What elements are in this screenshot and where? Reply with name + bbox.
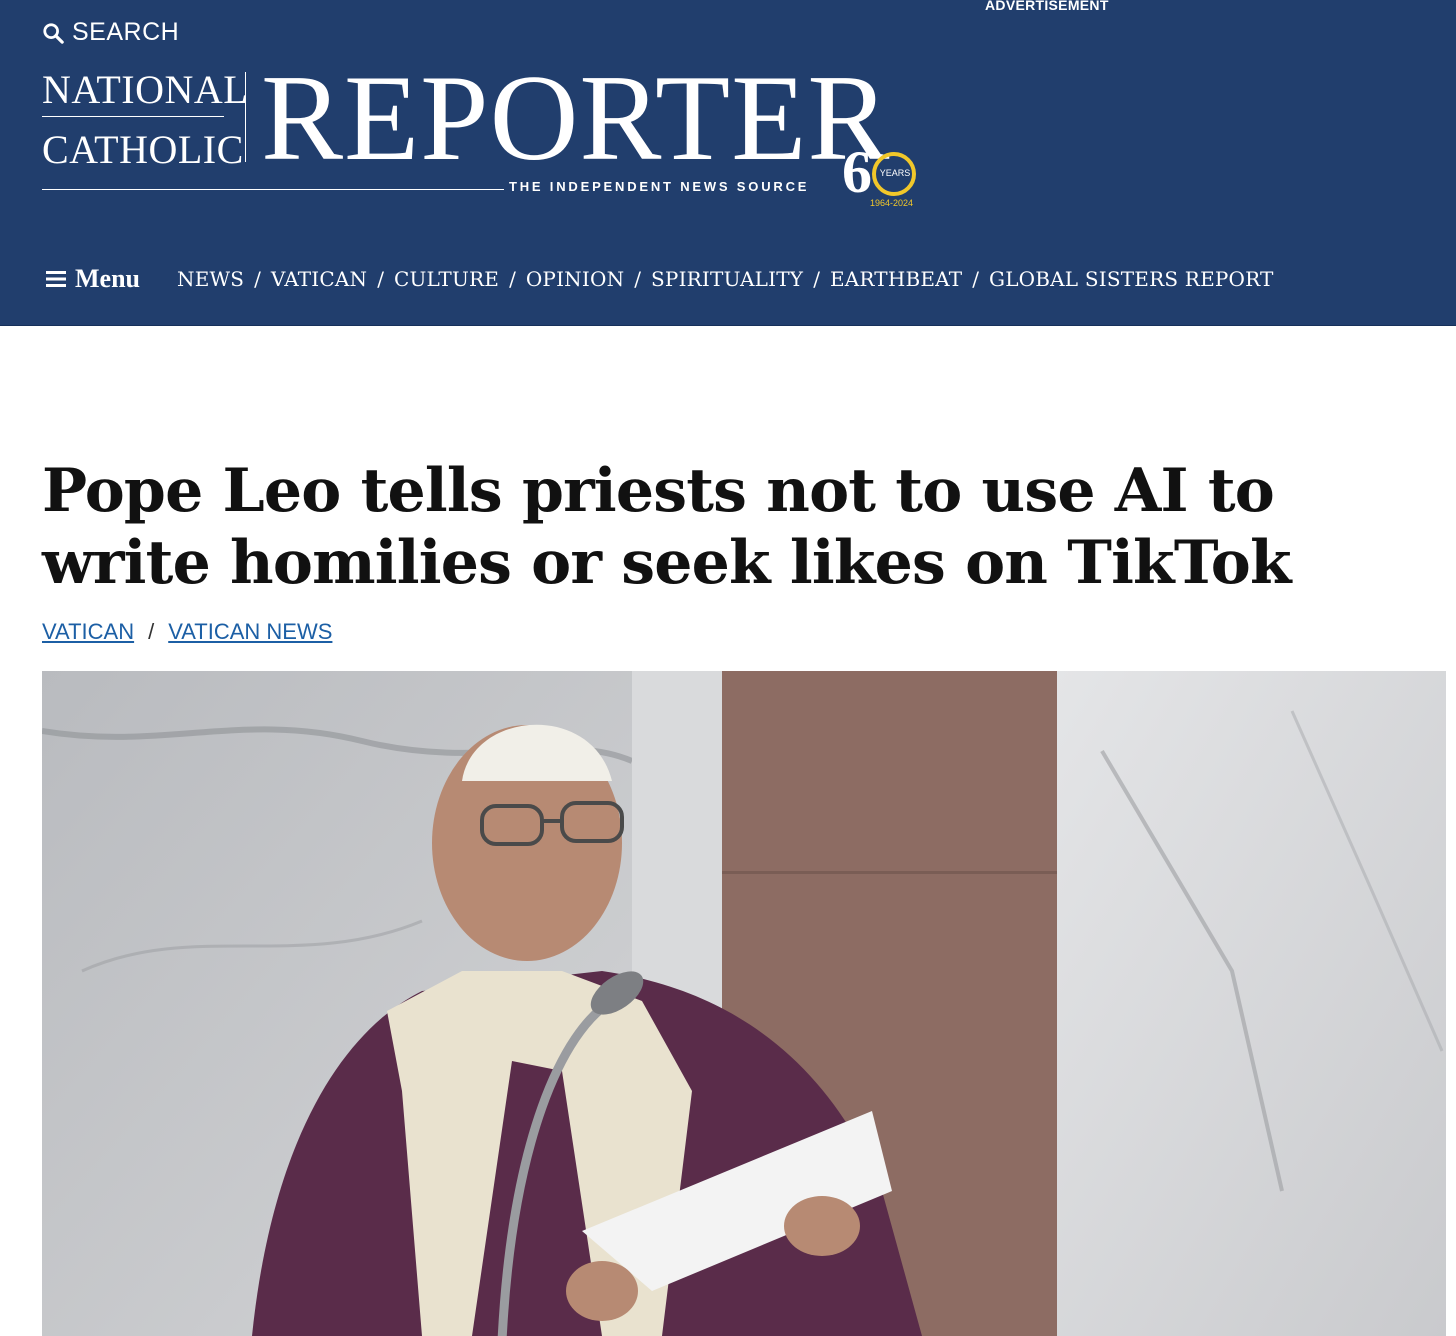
- nav-separator: /: [254, 267, 261, 291]
- search-icon: [43, 22, 64, 44]
- logo-catholic: CATHOLIC: [42, 127, 244, 172]
- nav-link-vatican[interactable]: VATICAN: [271, 267, 367, 291]
- nav-link-opinion[interactable]: OPINION: [526, 267, 624, 291]
- main-nav: Menu NEWS / VATICAN / CULTURE / OPINION …: [46, 262, 1274, 296]
- logo-tagline: THE INDEPENDENT NEWS SOURCE: [509, 179, 810, 194]
- site-header: SEARCH ADVERTISEMENT NATIONAL CATHOLIC R…: [0, 0, 1456, 326]
- anniversary-years-label: YEARS: [879, 168, 911, 178]
- search-button[interactable]: SEARCH: [42, 18, 179, 47]
- nav-link-spirituality[interactable]: SPIRITUALITY: [651, 267, 803, 291]
- nav-link-culture[interactable]: CULTURE: [394, 267, 499, 291]
- site-logo[interactable]: NATIONAL CATHOLIC REPORTER THE INDEPENDE…: [42, 56, 942, 214]
- breadcrumb-separator: /: [148, 619, 155, 644]
- nav-link-global-sisters-report[interactable]: GLOBAL SISTERS REPORT: [989, 267, 1274, 291]
- menu-button[interactable]: Menu: [46, 264, 140, 294]
- anniversary-number: 6: [842, 139, 872, 205]
- nav-separator: /: [509, 267, 516, 291]
- nav-separator: /: [377, 267, 384, 291]
- breadcrumb: VATICAN / VATICAN NEWS: [42, 619, 332, 645]
- anniversary-badge: 6 YEARS 1964-2024: [842, 142, 932, 214]
- breadcrumb-vatican-news[interactable]: VATICAN NEWS: [168, 619, 332, 645]
- nav-link-earthbeat[interactable]: EARTHBEAT: [830, 267, 962, 291]
- menu-label: Menu: [75, 264, 140, 293]
- logo-reporter: REPORTER: [261, 49, 891, 186]
- logo-divider: [42, 116, 224, 117]
- nav-separator: /: [634, 267, 642, 291]
- logo-national: NATIONAL: [42, 67, 249, 112]
- logo-vertical-rule: [245, 72, 246, 162]
- logo-bottom-rule: [42, 189, 504, 190]
- pope-photo-illustration: [42, 671, 1446, 1336]
- article-hero-image: [42, 671, 1446, 1336]
- nav-separator: /: [813, 267, 820, 291]
- nav-links: NEWS / VATICAN / CULTURE / OPINION / SPI…: [177, 267, 1274, 291]
- anniversary-dates: 1964-2024: [870, 198, 914, 208]
- hamburger-icon: [46, 271, 66, 287]
- nav-separator: /: [972, 267, 980, 291]
- search-label: SEARCH: [72, 18, 180, 46]
- nav-link-news[interactable]: NEWS: [177, 267, 244, 291]
- article-headline: Pope Leo tells priests not to use AI to …: [42, 456, 1292, 598]
- advertisement-label: ADVERTISEMENT: [985, 0, 1109, 13]
- breadcrumb-vatican[interactable]: VATICAN: [42, 619, 134, 645]
